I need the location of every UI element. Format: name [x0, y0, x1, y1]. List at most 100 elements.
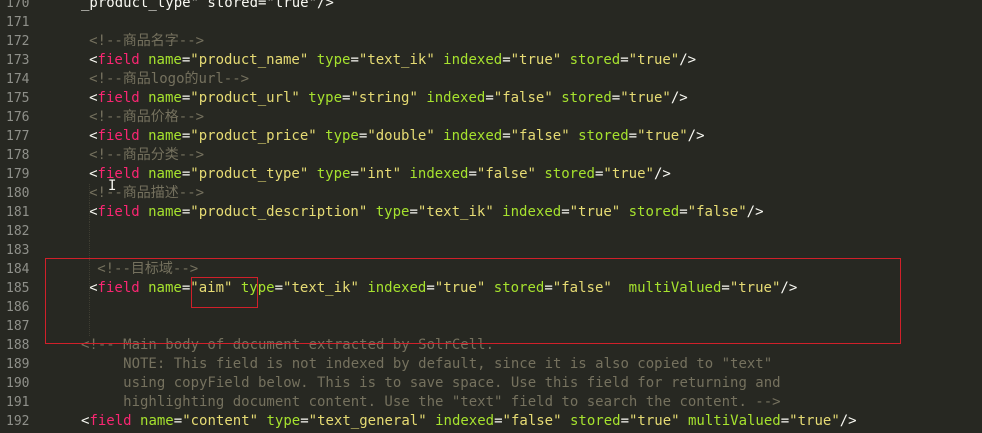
code-text: <field name="product_description" type="… [89, 203, 763, 222]
code-token: <!--商品分类--> [89, 147, 205, 163]
code-line[interactable]: 174 <!--商品logo的url--> [0, 70, 982, 89]
code-token: "content" [182, 413, 259, 429]
code-token: highlighting document content. Use the "… [81, 394, 781, 410]
code-line[interactable]: 170 _product_type" stored="true"/> [0, 0, 982, 13]
code-token: indexed [401, 166, 469, 182]
code-token: field [97, 90, 140, 106]
code-token: /> [746, 204, 764, 220]
code-token: "true" [628, 52, 680, 68]
code-line[interactable]: 173 <field name="product_name" type="text… [0, 51, 982, 70]
line-number: 190 [0, 374, 40, 393]
code-line[interactable]: 177 <field name = "product_price" type = "dou… [0, 127, 982, 146]
code-token: = [620, 413, 629, 429]
code-token: name [139, 90, 182, 106]
line-number: 173 [0, 51, 40, 70]
line-number: 175 [0, 89, 40, 108]
code-token: = [561, 204, 570, 220]
line-number: 179 [0, 165, 40, 184]
code-token: stored [620, 204, 680, 220]
code-line[interactable]: 175 <field name = "product_url" type = "strin… [0, 89, 982, 108]
line-number: 186 [0, 298, 40, 317]
code-line[interactable]: 172 <!--商品名字--> [0, 32, 982, 51]
code-token: type [308, 52, 351, 68]
code-token: <!--商品价格--> [89, 109, 205, 125]
code-token: "false" [687, 204, 747, 220]
code-token: field [97, 166, 140, 182]
code-token: using copyField below. This is to save s… [81, 375, 781, 391]
code-editor[interactable]: 170 _product_type" stored="true"/> 171 172 <… [0, 0, 982, 433]
code-line[interactable]: 182 [0, 222, 982, 241]
code-token: = [620, 52, 629, 68]
line-number: 170 [0, 0, 40, 13]
code-line[interactable]: 178 <!--商品分类--> [0, 146, 982, 165]
code-line[interactable]: 171 [0, 13, 982, 32]
code-token: "false" [510, 128, 570, 144]
code-token: = [300, 413, 309, 429]
code-token: "int" [358, 166, 402, 182]
code-token: = [502, 128, 511, 144]
code-token: "true" [629, 413, 680, 429]
code-token: "true" [789, 413, 840, 429]
code-line[interactable]: 181 <field name = "product_description" typ… [0, 203, 982, 222]
code-token: /> [839, 413, 857, 429]
code-token: "false" [476, 166, 536, 182]
code-token: stored [561, 413, 621, 429]
code-token: <!--商品描述--> [89, 185, 205, 201]
line-number: 177 [0, 127, 40, 146]
code-token: stored [552, 90, 612, 106]
code-token: name [139, 166, 182, 182]
code-token: NOTE: This field is not indexed by defau… [81, 356, 773, 372]
line-number: 176 [0, 108, 40, 127]
code-token: "string" [350, 90, 418, 106]
code-token: < [89, 166, 98, 182]
code-token: < [89, 204, 98, 220]
line-number: 178 [0, 146, 40, 165]
line-number: 189 [0, 355, 40, 374]
line-number: 182 [0, 222, 40, 241]
code-token: < [89, 52, 98, 68]
code-token: /> [687, 128, 705, 144]
code-token: "false" [493, 90, 553, 106]
code-token: = [485, 90, 494, 106]
code-line[interactable]: 191 highlighting document content. Use t… [0, 393, 982, 412]
line-number: 184 [0, 260, 40, 279]
code-token: "true" [603, 166, 654, 182]
code-token: = [409, 204, 418, 220]
code-line[interactable]: 190 using copyField below. This is to sa… [0, 374, 982, 393]
line-number: 174 [0, 70, 40, 89]
code-token: "true" [510, 52, 562, 68]
code-token: = [494, 413, 503, 429]
code-token: /> [653, 166, 671, 182]
code-line[interactable]: 180 <!--商品描述--> [0, 184, 982, 203]
code-token: = [628, 128, 638, 144]
code-token: = [468, 166, 477, 182]
code-token: "product_type" [190, 166, 309, 182]
code-token: field [89, 413, 132, 429]
code-token: indexed [417, 90, 486, 106]
code-text: using copyField below. This is to save s… [81, 374, 781, 393]
code-token: = [350, 52, 359, 68]
code-token: name [139, 52, 182, 68]
code-token: "false" [502, 413, 562, 429]
code-token: /> [679, 52, 697, 68]
code-token: name [139, 128, 182, 144]
code-text: <field name = "product_price" type = "double… [89, 127, 704, 146]
annotation-aim-box [191, 277, 258, 308]
code-line[interactable]: 176 <!--商品价格--> [0, 108, 982, 127]
code-text: <!--商品描述--> [89, 184, 204, 203]
code-token: stored [561, 52, 621, 68]
line-number: 188 [0, 336, 40, 355]
code-line[interactable]: 179 <field name="product_type" type="int"… [0, 165, 982, 184]
indent-guide [89, 203, 91, 222]
code-token: = [502, 52, 511, 68]
code-token: name [139, 204, 182, 220]
code-token: "true" [620, 90, 671, 106]
code-text: <field name="content" type="text_general… [81, 412, 857, 431]
code-text: <!--商品logo的url--> [89, 70, 249, 89]
code-line[interactable]: 192 <field name="content" type="text_gene… [0, 412, 982, 431]
code-token: = [350, 166, 359, 182]
code-line[interactable]: 189 NOTE: This field is not indexed by d… [0, 355, 982, 374]
line-number: 183 [0, 241, 40, 260]
line-number: 181 [0, 203, 40, 222]
code-token: _product_type" stored="true"/> [81, 0, 334, 11]
